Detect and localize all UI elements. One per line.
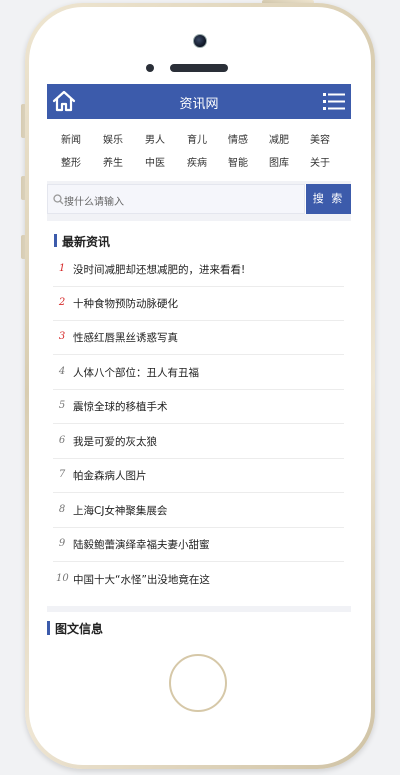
news-item[interactable]: 9 陆毅鲍蕾演绎幸福夫妻小甜蜜 (53, 527, 344, 562)
search-placeholder: 搜什么请输入 (64, 197, 124, 208)
site-title: 资讯网 (179, 97, 219, 112)
rank-number: 6 (58, 435, 66, 446)
section-title: 最新资讯 (62, 235, 111, 249)
category-link[interactable]: 智能 (220, 154, 256, 169)
rank-number: 8 (58, 504, 66, 515)
search-bar: 搜什么请输入 搜 索 (47, 184, 351, 214)
category-link[interactable]: 新闻 (53, 131, 89, 146)
rank-number: 5 (58, 400, 66, 411)
rank-number: 9 (58, 538, 66, 549)
category-link[interactable]: 中医 (137, 154, 173, 169)
news-title[interactable]: 人体八个部位：丑人有丑福 (73, 365, 199, 380)
news-title[interactable]: 陆毅鲍蕾演绎幸福夫妻小甜蜜 (73, 537, 210, 552)
category-link[interactable]: 图库 (261, 154, 297, 169)
category-nav: 新闻 娱乐 男人 育儿 情感 减肥 美容 整形 养生 中医 疾病 智能 图库 关… (47, 119, 351, 181)
section-marker (47, 621, 50, 635)
news-title[interactable]: 我是可爱的灰太狼 (73, 434, 157, 449)
category-link[interactable]: 育儿 (179, 131, 215, 146)
header-bar: 资讯网 (47, 84, 351, 119)
news-title[interactable]: 帕金森病人图片 (73, 468, 147, 483)
search-input[interactable]: 搜什么请输入 (47, 184, 305, 214)
category-link[interactable]: 美容 (302, 131, 338, 146)
news-item[interactable]: 5 震惊全球的移植手术 (53, 389, 344, 424)
news-title[interactable]: 震惊全球的移植手术 (73, 399, 168, 414)
news-item[interactable]: 10 中国十大“水怪”出没地竟在这 (53, 562, 344, 596)
phone-screen: 资讯网 新闻 娱乐 男人 育儿 情感 减肥 美容 整形 养生 中医 疾病 智能 … (47, 84, 351, 646)
latest-news-section: 最新资讯 1 没时间减肥却还想减肥的，进来看看! 2 十种食物预防动脉硬化 3 … (47, 221, 351, 606)
category-link[interactable]: 娱乐 (95, 131, 131, 146)
category-link[interactable]: 疾病 (179, 154, 215, 169)
search-button[interactable]: 搜 索 (306, 184, 351, 214)
rank-number: 10 (56, 573, 69, 584)
category-link[interactable]: 男人 (137, 131, 173, 146)
rank-number: 3 (58, 331, 66, 342)
proximity-sensor (146, 64, 154, 72)
rank-number: 4 (58, 366, 66, 377)
earpiece-speaker (170, 64, 228, 72)
news-item[interactable]: 7 帕金森病人图片 (53, 458, 344, 493)
news-item[interactable]: 2 十种食物预防动脉硬化 (53, 286, 344, 321)
section-marker (54, 234, 57, 247)
section-title: 图文信息 (55, 622, 104, 636)
category-link[interactable]: 养生 (95, 154, 131, 169)
news-item[interactable]: 8 上海CJ女神聚集展会 (53, 493, 344, 528)
news-item[interactable]: 1 没时间减肥却还想减肥的，进来看看! (53, 252, 344, 287)
news-item[interactable]: 4 人体八个部位：丑人有丑福 (53, 355, 344, 390)
news-title[interactable]: 中国十大“水怪”出没地竟在这 (73, 572, 210, 587)
news-title[interactable]: 十种食物预防动脉硬化 (73, 296, 178, 311)
news-item[interactable]: 6 我是可爱的灰太狼 (53, 424, 344, 459)
category-link[interactable]: 情感 (220, 131, 256, 146)
category-link[interactable]: 整形 (53, 154, 89, 169)
home-button (169, 654, 227, 712)
news-title[interactable]: 没时间减肥却还想减肥的，进来看看! (73, 262, 245, 277)
rank-number: 1 (58, 263, 66, 274)
front-camera (193, 34, 207, 48)
rank-number: 2 (58, 297, 66, 308)
news-title[interactable]: 上海CJ女神聚集展会 (73, 503, 167, 518)
news-title[interactable]: 性感红唇黑丝诱惑写真 (73, 330, 178, 345)
menu-icon[interactable] (323, 93, 345, 110)
picture-info-section: 图文信息 (47, 612, 351, 646)
category-link[interactable]: 减肥 (261, 131, 297, 146)
news-item[interactable]: 3 性感红唇黑丝诱惑写真 (53, 320, 344, 355)
search-icon (53, 194, 64, 205)
rank-number: 7 (58, 469, 66, 480)
category-link[interactable]: 关于 (302, 154, 338, 169)
